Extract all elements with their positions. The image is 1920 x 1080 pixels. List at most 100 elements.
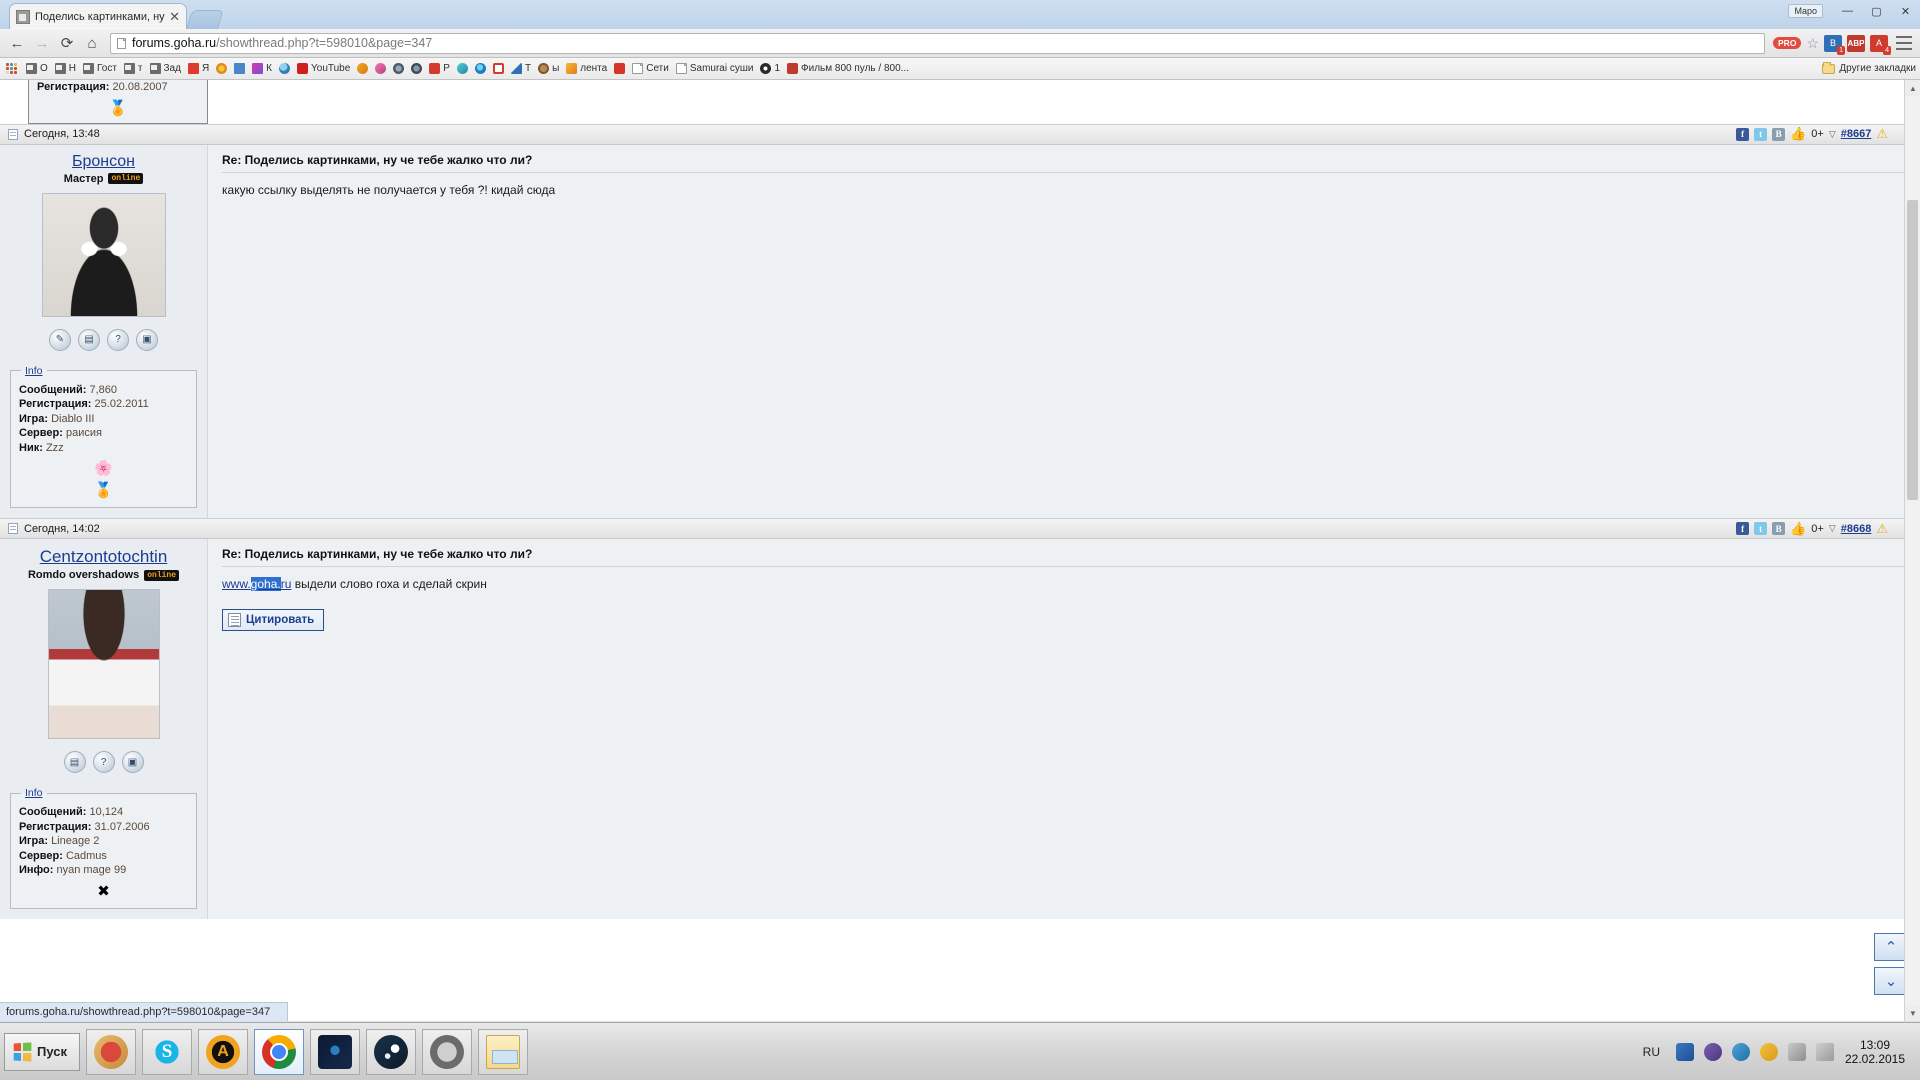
bookmark-item[interactable] bbox=[276, 60, 293, 78]
bookmark-label: Фильм 800 пуль / 800... bbox=[801, 63, 909, 74]
viber-icon[interactable] bbox=[1704, 1042, 1722, 1061]
bookmark-item[interactable]: Сети bbox=[629, 60, 672, 78]
bookmark-item[interactable]: Н bbox=[52, 60, 79, 78]
facebook-share-icon[interactable]: f bbox=[1736, 522, 1750, 535]
bookmark-item[interactable]: Samurai суши bbox=[673, 60, 757, 78]
extension-blue-icon[interactable]: B 1 bbox=[1824, 34, 1845, 55]
scrollbar-down-arrow-icon[interactable]: ▼ bbox=[1905, 1005, 1920, 1021]
taskbar-item-skype[interactable]: S bbox=[142, 1028, 192, 1075]
minimize-button[interactable]: — bbox=[1833, 1, 1862, 21]
quote-button[interactable]: Цитировать bbox=[222, 609, 325, 631]
facebook-share-icon[interactable]: f bbox=[1736, 127, 1750, 141]
thumbs-up-icon[interactable]: 👍 bbox=[1790, 521, 1806, 537]
taskbar-item-wot[interactable] bbox=[422, 1028, 472, 1075]
scrollbar-up-arrow-icon[interactable]: ▲ bbox=[1905, 80, 1920, 96]
bookmark-item[interactable] bbox=[213, 60, 230, 78]
bookmark-item[interactable]: Я bbox=[185, 60, 212, 78]
reload-icon[interactable]: ⟳ bbox=[56, 32, 78, 54]
goha-link[interactable]: www.goha.ru bbox=[222, 577, 291, 591]
report-warning-icon[interactable]: ⚠ bbox=[1876, 126, 1888, 142]
search-icon[interactable]: ? bbox=[107, 328, 129, 351]
bookmark-item[interactable]: Р bbox=[426, 60, 453, 78]
taskbar-clock[interactable]: 13:09 22.02.2015 bbox=[1844, 1038, 1906, 1066]
bookmark-star-icon[interactable]: ☆ bbox=[1806, 35, 1819, 52]
bookmark-label: О bbox=[40, 63, 48, 74]
username-link[interactable]: Centzontotochtin bbox=[40, 547, 168, 567]
volume-icon[interactable] bbox=[1788, 1042, 1806, 1061]
info-value: 7,860 bbox=[89, 383, 118, 396]
bookmark-item[interactable] bbox=[490, 60, 507, 78]
edit-icon[interactable]: ✎ bbox=[49, 328, 71, 351]
report-warning-icon[interactable]: ⚠ bbox=[1876, 521, 1888, 537]
taskbar-item-amd[interactable]: A bbox=[198, 1028, 248, 1075]
bookmark-item[interactable]: Гост bbox=[80, 60, 120, 78]
chrome-menu-icon[interactable] bbox=[1896, 36, 1912, 50]
taskbar-item-ccleaner[interactable] bbox=[86, 1028, 136, 1075]
username-link[interactable]: Бронсон bbox=[72, 153, 135, 171]
close-window-button[interactable]: ✕ bbox=[1891, 1, 1920, 21]
pink-icon bbox=[375, 63, 387, 74]
quote-icon[interactable]: ▤ bbox=[78, 328, 100, 351]
post-body: Centzontotochtin Romdo overshadows onlin… bbox=[0, 539, 1920, 919]
home-icon[interactable]: ⌂ bbox=[81, 32, 103, 54]
post-number-link[interactable]: #8667 bbox=[1841, 128, 1872, 140]
bookmark-item[interactable]: 1 bbox=[757, 60, 783, 78]
bookmark-item[interactable]: Зад bbox=[147, 60, 184, 78]
scrollbar-thumb[interactable] bbox=[1907, 200, 1918, 500]
bookmark-item[interactable]: К bbox=[249, 60, 275, 78]
twitter-share-icon[interactable]: t bbox=[1754, 522, 1768, 535]
vertical-scrollbar[interactable]: ▲ ▼ bbox=[1904, 80, 1920, 1021]
bookmark-item[interactable]: Фильм 800 пуль / 800... bbox=[784, 60, 912, 78]
adblock-icon[interactable]: ABP bbox=[1847, 34, 1865, 52]
bookmark-item[interactable] bbox=[472, 60, 489, 78]
pro-badge-icon[interactable]: PRO bbox=[1773, 37, 1802, 49]
bookmark-item[interactable]: О bbox=[23, 60, 51, 78]
network-icon[interactable] bbox=[1676, 1042, 1694, 1061]
skype-tray-icon[interactable] bbox=[1732, 1042, 1750, 1061]
scroll-up-button[interactable]: ⌃ bbox=[1874, 933, 1908, 961]
search-icon[interactable]: ? bbox=[92, 751, 115, 773]
twitter-share-icon[interactable]: t bbox=[1754, 127, 1768, 141]
power-icon[interactable] bbox=[1760, 1042, 1778, 1061]
bookmark-item[interactable] bbox=[231, 60, 248, 78]
extension-red-icon[interactable]: A 4 bbox=[1870, 34, 1891, 55]
folder-icon bbox=[1822, 61, 1836, 74]
bookmark-item[interactable] bbox=[408, 60, 425, 78]
maximize-button[interactable]: ▢ bbox=[1862, 1, 1891, 21]
taskbar-item-explorer[interactable] bbox=[478, 1028, 528, 1075]
bookmark-item[interactable] bbox=[354, 60, 371, 78]
browser-tab[interactable]: Поделись картинками, ну ч ✕ bbox=[9, 3, 187, 29]
bookmark-item[interactable]: лента bbox=[563, 60, 610, 78]
report-icon[interactable]: ▣ bbox=[136, 328, 158, 351]
forward-icon[interactable]: → bbox=[31, 32, 53, 54]
bookmark-item[interactable]: YouTube bbox=[294, 60, 353, 78]
report-icon[interactable]: ▣ bbox=[121, 751, 144, 773]
tab-close-icon[interactable]: ✕ bbox=[169, 10, 180, 23]
back-icon[interactable]: ← bbox=[6, 32, 28, 54]
bookmark-item[interactable] bbox=[390, 60, 407, 78]
taskbar-item-blizzard[interactable] bbox=[310, 1028, 360, 1075]
taskbar-item-steam[interactable] bbox=[366, 1028, 416, 1075]
other-bookmarks-button[interactable]: Другие закладки bbox=[1822, 61, 1916, 74]
start-button[interactable]: Пуск bbox=[4, 1032, 80, 1071]
taskbar-item-chrome[interactable] bbox=[254, 1028, 304, 1075]
chevron-down-icon[interactable]: ▽ bbox=[1829, 129, 1836, 140]
bookmark-item[interactable]: ы bbox=[535, 60, 562, 78]
bookmark-item[interactable]: Т bbox=[508, 60, 534, 78]
quote-icon[interactable]: ▤ bbox=[63, 751, 86, 773]
vk-share-icon[interactable]: B bbox=[1772, 522, 1786, 535]
vk-share-icon[interactable]: B bbox=[1772, 127, 1786, 141]
address-bar[interactable]: forums.goha.ru/showthread.php?t=598010&p… bbox=[110, 32, 1766, 54]
scroll-down-button[interactable]: ⌄ bbox=[1874, 967, 1908, 995]
bookmark-item[interactable]: т bbox=[121, 60, 146, 78]
bookmark-item[interactable] bbox=[372, 60, 389, 78]
thumbs-up-icon[interactable]: 👍 bbox=[1790, 126, 1806, 142]
bookmark-item[interactable] bbox=[454, 60, 471, 78]
chevron-down-icon[interactable]: ▽ bbox=[1829, 523, 1836, 534]
bookmark-item[interactable] bbox=[611, 60, 628, 78]
show-desktop-icon[interactable] bbox=[1816, 1042, 1834, 1061]
post-number-link[interactable]: #8668 bbox=[1841, 523, 1872, 535]
apps-grid-icon[interactable] bbox=[6, 62, 18, 75]
new-tab-button[interactable] bbox=[185, 10, 225, 29]
language-indicator[interactable]: RU bbox=[1637, 1045, 1666, 1059]
